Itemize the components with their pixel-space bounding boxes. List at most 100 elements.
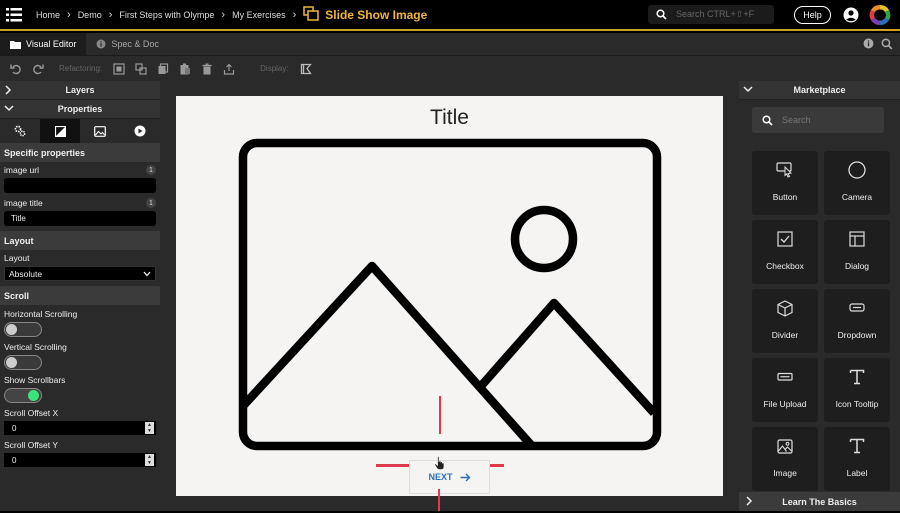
layout-heading: Layout <box>0 231 160 250</box>
marketplace-item-dialog[interactable]: Dialog <box>824 220 890 284</box>
chevron-down-icon <box>743 86 753 93</box>
tab-preview[interactable] <box>120 119 160 143</box>
item-label: Camera <box>841 192 873 202</box>
refactoring-label: Refactoring: <box>59 64 103 73</box>
tab-image[interactable] <box>80 119 120 143</box>
breadcrumb-demo[interactable]: Demo <box>78 10 102 20</box>
help-button[interactable]: Help <box>794 6 831 24</box>
image-title-property: image title 1 Title <box>0 195 160 228</box>
marketplace-header[interactable]: Marketplace <box>739 81 900 100</box>
menu-icon[interactable] <box>0 1 28 29</box>
redo-icon[interactable] <box>27 58 49 80</box>
checkbox-icon <box>777 231 793 247</box>
chevron-right-icon <box>746 496 753 506</box>
breadcrumb-my-exercises[interactable]: My Exercises <box>232 10 286 20</box>
breadcrumb-home[interactable]: Home <box>36 10 60 20</box>
chevron-right-icon: › <box>108 8 113 21</box>
gears-icon <box>14 125 26 137</box>
show-scrollbars-toggle[interactable] <box>4 388 42 403</box>
marketplace-item-button[interactable]: Button <box>752 151 818 215</box>
copy-icon[interactable] <box>152 58 174 80</box>
dropdown-icon <box>849 303 865 312</box>
text-t-icon <box>849 369 865 385</box>
scroll-offset-x-label: Scroll Offset X <box>4 408 59 418</box>
scroll-offset-y-value: 0 <box>12 455 17 465</box>
properties-header[interactable]: Properties <box>0 100 160 119</box>
scroll-heading: Scroll <box>0 286 160 305</box>
scroll-offset-y-label: Scroll Offset Y <box>4 440 59 450</box>
search-icon[interactable] <box>881 38 893 52</box>
next-button[interactable]: NEXT <box>409 460 490 494</box>
marketplace-item-camera[interactable]: Camera <box>824 151 890 215</box>
design-canvas: Title NEXT <box>160 81 739 511</box>
marketplace-item-divider[interactable]: Divider <box>752 289 818 353</box>
info-icon <box>96 39 106 49</box>
image-url-field[interactable] <box>4 178 156 193</box>
marketplace-item-checkbox[interactable]: Checkbox <box>752 220 818 284</box>
stepper-icon[interactable]: ▲ ▼ <box>145 422 154 434</box>
layout-property: Layout Absolute <box>0 250 160 283</box>
olympe-logo[interactable] <box>869 4 891 28</box>
group-icon[interactable] <box>108 58 130 80</box>
image-placeholder-icon[interactable] <box>238 138 662 451</box>
chevron-right-icon: › <box>67 8 71 21</box>
item-label: Icon Tooltip <box>835 399 879 409</box>
play-icon <box>134 125 146 137</box>
hand-cursor-icon <box>434 455 445 472</box>
delete-icon[interactable] <box>196 58 218 80</box>
scroll-offset-x-property: Scroll Offset X 0 ▲ ▼ <box>0 405 160 437</box>
tab-visual-editor[interactable]: Visual Editor <box>0 33 87 55</box>
tab-specific-properties[interactable] <box>0 119 40 143</box>
editor-toolbar: Refactoring: Display: <box>0 55 900 81</box>
marketplace-item-file-upload[interactable]: File Upload <box>752 358 818 422</box>
global-search-input[interactable]: Search CTRL+⇧+F <box>648 5 774 24</box>
arrow-right-icon <box>460 473 470 481</box>
next-label: NEXT <box>428 472 453 482</box>
export-icon[interactable] <box>218 58 240 80</box>
layout-select[interactable]: Absolute <box>4 266 156 281</box>
account-icon[interactable] <box>843 7 859 25</box>
vertical-scrolling-toggle[interactable] <box>4 355 42 370</box>
item-label: Label <box>846 468 868 478</box>
paste-icon[interactable] <box>174 58 196 80</box>
scroll-offset-y-property: Scroll Offset Y 0 ▲ ▼ <box>0 437 160 469</box>
layers-header[interactable]: Layers <box>0 81 160 100</box>
text-t-icon <box>849 438 865 454</box>
undo-icon[interactable] <box>5 58 27 80</box>
marketplace-search-input[interactable]: Search <box>752 107 884 133</box>
marketplace-item-image[interactable]: Image <box>752 427 818 491</box>
scroll-offset-y-input[interactable]: 0 ▲ ▼ <box>4 453 156 467</box>
horizontal-scrolling-toggle[interactable] <box>4 322 42 337</box>
marketplace-item-icon-tooltip[interactable]: Icon Tooltip <box>824 358 890 422</box>
tab-label: Visual Editor <box>26 39 77 49</box>
vertical-scrolling-label: Vertical Scrolling <box>4 342 67 352</box>
marketplace-item-label[interactable]: Label <box>824 427 890 491</box>
cursor-icon <box>776 162 793 178</box>
scroll-offset-x-input[interactable]: 0 ▲ ▼ <box>4 421 156 435</box>
learn-the-basics-header[interactable]: Learn The Basics <box>739 492 900 511</box>
stepper-icon[interactable]: ▲ ▼ <box>145 454 154 466</box>
tab-style[interactable] <box>40 119 80 143</box>
screen-preview[interactable]: Title NEXT <box>176 96 723 496</box>
vertical-scrolling-property: Vertical Scrolling <box>0 339 160 372</box>
item-label: Image <box>773 468 797 478</box>
display-mode-icon[interactable] <box>295 58 317 80</box>
show-scrollbars-label: Show Scrollbars <box>4 375 66 385</box>
item-label: Checkbox <box>766 261 804 271</box>
tab-spec-doc[interactable]: Spec & Doc <box>86 33 169 55</box>
slide-title[interactable]: Title <box>176 106 723 130</box>
info-icon[interactable] <box>863 38 874 51</box>
display-label: Display: <box>260 64 289 73</box>
cube-icon <box>777 299 793 317</box>
marketplace-item-dropdown[interactable]: Dropdown <box>824 289 890 353</box>
chevron-right-icon <box>5 85 12 95</box>
image-title-field[interactable]: Title <box>4 211 156 226</box>
breadcrumb-first-steps[interactable]: First Steps with Olympe <box>119 10 214 20</box>
layout-label: Layout <box>4 253 30 263</box>
chevron-down-icon <box>4 105 14 112</box>
search-icon <box>762 114 773 126</box>
ungroup-icon[interactable] <box>130 58 152 80</box>
learn-label: Learn The Basics <box>782 496 857 507</box>
chevron-down-icon <box>143 271 151 276</box>
tab-label: Spec & Doc <box>111 39 159 49</box>
